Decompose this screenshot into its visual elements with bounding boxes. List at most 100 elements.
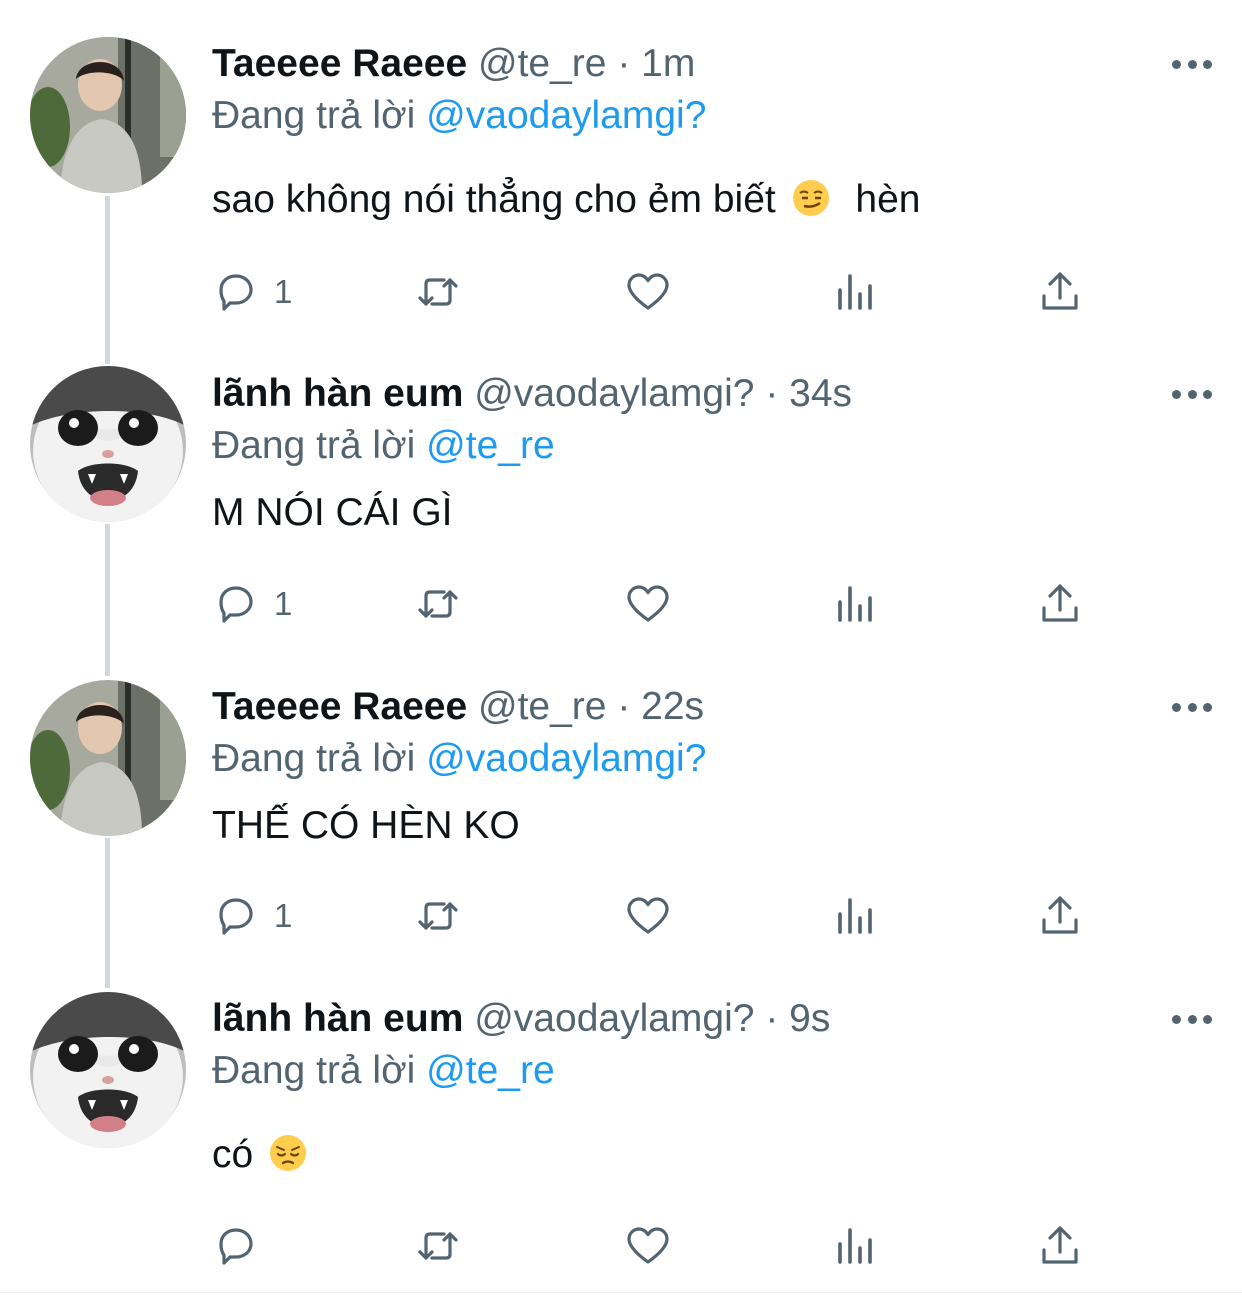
tweet-actions: 1 xyxy=(212,578,1112,630)
user-avatar[interactable] xyxy=(30,992,186,1148)
retweet-button[interactable] xyxy=(414,578,462,630)
views-chart-icon xyxy=(838,274,872,310)
reply-icon xyxy=(219,586,253,623)
reply-prefix: Đang trả lời xyxy=(212,94,416,137)
like-button[interactable] xyxy=(624,1220,672,1272)
retweet-icon xyxy=(418,590,458,618)
tweet-header: Taeeee Raeee @te_re · 22s xyxy=(212,681,1202,733)
views-chart-icon xyxy=(838,898,872,934)
tweet-text-body: sao không nói thẳng cho ẻm biết xyxy=(212,178,776,221)
thread-connector-line xyxy=(105,196,110,364)
tweet-text-body: THẾ CÓ HÈN KO xyxy=(212,804,520,847)
tweet-text: M NÓI CÁI GÌ xyxy=(212,487,1202,539)
retweet-icon xyxy=(418,1232,458,1260)
more-options-icon[interactable] xyxy=(1172,384,1212,404)
tweet-text-suffix: hèn xyxy=(855,178,921,221)
views-chart-icon xyxy=(838,1228,872,1264)
views-button[interactable] xyxy=(832,266,880,318)
tweet-timestamp[interactable]: 22s xyxy=(641,685,704,728)
reply-icon xyxy=(219,898,253,935)
thread-connector-line xyxy=(105,838,110,988)
reply-button[interactable]: 1 xyxy=(212,890,292,942)
more-options-icon[interactable] xyxy=(1172,1009,1212,1029)
reply-prefix: Đang trả lời xyxy=(212,424,416,467)
more-options-icon[interactable] xyxy=(1172,697,1212,717)
tweet-timestamp[interactable]: 1m xyxy=(641,42,695,85)
user-avatar[interactable] xyxy=(30,680,186,836)
share-button[interactable] xyxy=(1036,1220,1084,1272)
like-button[interactable] xyxy=(624,578,672,630)
retweet-icon xyxy=(418,902,458,930)
share-icon xyxy=(1042,1226,1078,1264)
tweet-actions xyxy=(212,1220,1112,1272)
separator-dot: · xyxy=(765,997,779,1040)
share-button[interactable] xyxy=(1036,266,1084,318)
tweet-actions: 1 xyxy=(212,890,1112,942)
heart-icon xyxy=(627,897,669,934)
reply-prefix: Đang trả lời xyxy=(212,737,416,780)
reply-button[interactable]: 1 xyxy=(212,578,292,630)
user-avatar[interactable] xyxy=(30,366,186,522)
tweet-text: sao không nói thẳng cho ẻm biết hèn xyxy=(212,174,1202,226)
tweet-text: có xyxy=(212,1129,1202,1181)
heart-icon xyxy=(627,585,669,622)
reply-context: Đang trả lời @vaodaylamgi? xyxy=(212,90,1202,142)
author-name[interactable]: Taeeee Raeee xyxy=(212,42,467,85)
reply-count: 1 xyxy=(274,897,293,934)
share-icon xyxy=(1042,272,1078,310)
views-button[interactable] xyxy=(832,578,880,630)
divider xyxy=(0,1292,1242,1293)
tweet-text-body: có xyxy=(212,1133,254,1176)
retweet-button[interactable] xyxy=(414,890,462,942)
retweet-icon xyxy=(418,278,458,306)
retweet-button[interactable] xyxy=(414,266,462,318)
reply-context: Đang trả lời @vaodaylamgi? xyxy=(212,733,1202,785)
share-button[interactable] xyxy=(1036,890,1084,942)
views-button[interactable] xyxy=(832,1220,880,1272)
pensive-face-emoji xyxy=(270,1135,307,1171)
reply-mention-link[interactable]: @vaodaylamgi? xyxy=(426,737,706,780)
tweet-actions: 1 xyxy=(212,266,1112,318)
reply-context: Đang trả lời @te_re xyxy=(212,1045,1202,1097)
like-button[interactable] xyxy=(624,890,672,942)
user-avatar[interactable] xyxy=(30,37,186,193)
author-handle[interactable]: @te_re xyxy=(478,685,606,728)
share-button[interactable] xyxy=(1036,578,1084,630)
author-name[interactable]: lãnh hàn eum xyxy=(212,372,463,415)
reply-icon xyxy=(219,274,253,311)
reply-context: Đang trả lời @te_re xyxy=(212,420,1202,472)
smirking-face-emoji xyxy=(792,180,829,216)
reply-count: 1 xyxy=(274,273,293,310)
separator-dot: · xyxy=(617,42,631,85)
author-handle[interactable]: @te_re xyxy=(478,42,606,85)
reply-button[interactable] xyxy=(212,1220,274,1272)
tweet-text-body: M NÓI CÁI GÌ xyxy=(212,491,453,534)
like-button[interactable] xyxy=(624,266,672,318)
separator-dot: · xyxy=(765,372,779,415)
retweet-button[interactable] xyxy=(414,1220,462,1272)
tweet-timestamp[interactable]: 9s xyxy=(789,997,830,1040)
reply-count: 1 xyxy=(274,585,293,622)
views-button[interactable] xyxy=(832,890,880,942)
reply-mention-link[interactable]: @vaodaylamgi? xyxy=(426,94,706,137)
reply-mention-link[interactable]: @te_re xyxy=(426,1049,554,1092)
reply-mention-link[interactable]: @te_re xyxy=(426,424,554,467)
heart-icon xyxy=(627,273,669,310)
reply-icon xyxy=(219,1228,253,1265)
tweet-text: THẾ CÓ HÈN KO xyxy=(212,800,1202,852)
more-options-icon[interactable] xyxy=(1172,54,1212,74)
tweet-header: Taeeee Raeee @te_re · 1m xyxy=(212,38,1202,90)
reply-button[interactable]: 1 xyxy=(212,266,292,318)
tweet-timestamp[interactable]: 34s xyxy=(789,372,852,415)
separator-dot: · xyxy=(617,685,631,728)
author-handle[interactable]: @vaodaylamgi? xyxy=(474,997,754,1040)
author-name[interactable]: Taeeee Raeee xyxy=(212,685,467,728)
share-icon xyxy=(1042,584,1078,622)
reply-prefix: Đang trả lời xyxy=(212,1049,416,1092)
thread-connector-line xyxy=(105,524,110,676)
author-name[interactable]: lãnh hàn eum xyxy=(212,997,463,1040)
share-icon xyxy=(1042,896,1078,934)
tweet-header: lãnh hàn eum @vaodaylamgi? · 9s xyxy=(212,993,1202,1045)
author-handle[interactable]: @vaodaylamgi? xyxy=(474,372,754,415)
views-chart-icon xyxy=(838,586,872,622)
